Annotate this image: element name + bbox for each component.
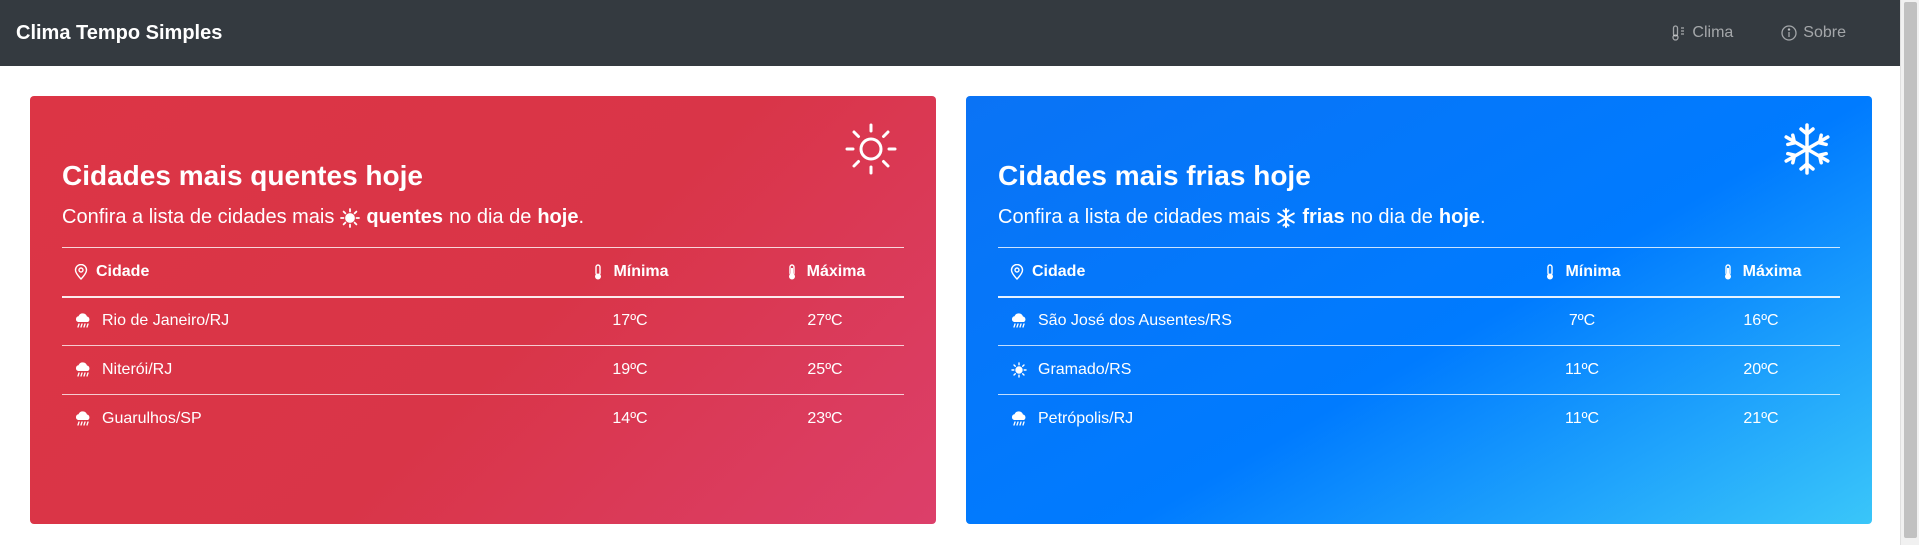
cloud-rain-icon [75,362,90,377]
hot-card-lead: Confira a lista de cidades mais quentes … [62,206,584,229]
thermometer-sun-icon [1672,25,1685,41]
col-header-min: Mínima [613,262,669,280]
cold-card-title: Cidades mais frias hoje [998,160,1311,191]
min-temp: 7ºC [1568,312,1596,330]
nav-links: Clima Sobre [1670,24,1846,42]
sun-icon [845,123,897,175]
sun-small-icon [340,207,361,228]
cloud-rain-icon [75,411,90,426]
snowflake-icon [1784,123,1830,175]
hot-lead-pre: Confira a lista de cidades mais [62,206,335,228]
max-temp: 20ºC [1743,361,1779,378]
brand-title[interactable]: Clima Tempo Simples [16,22,222,45]
hot-lead-mid: no dia de [449,206,532,228]
col-header-max: Máxima [806,262,866,280]
cold-lead-end: . [1480,206,1486,228]
cold-cities-table: Cidade Mínima Máxima São José dos Ausent… [998,247,1840,444]
cold-lead-bold-frias: frias [1302,206,1345,228]
hot-cities-table: Cidade Mínima Máxima Rio de Janeiro/RJ 1… [62,247,904,444]
scrollbar[interactable] [1900,0,1919,545]
map-pin-icon [1010,263,1024,280]
table-header-row: Cidade Mínima Máxima [62,247,904,297]
min-temp: 17ºC [612,312,648,330]
hot-cities-card: Cidades mais quentes hoje Confira a list… [30,96,936,524]
table-row: Gramado/RS 11ºC 20ºC [998,346,1840,395]
city-name: Petrópolis/RJ [1038,410,1134,428]
city-name: Gramado/RS [1038,361,1132,378]
table-row: Petrópolis/RJ 11ºC 21ºC [998,395,1840,444]
cold-lead-pre: Confira a lista de cidades mais [998,206,1271,228]
max-temp: 16ºC [1743,312,1779,330]
table-row: Guarulhos/SP 14ºC 23ºC [62,395,904,444]
scrollbar-thumb[interactable] [1904,2,1917,538]
thermometer-high-icon [1724,264,1731,280]
table-row: Rio de Janeiro/RJ 17ºC 27ºC [62,297,904,346]
city-name: Guarulhos/SP [102,410,202,428]
table-row: São José dos Ausentes/RS 7ºC 16ºC [998,297,1840,346]
col-header-max: Máxima [1742,262,1802,280]
hot-lead-bold-hoje: hoje [537,206,579,228]
thermometer-low-icon [1547,264,1554,280]
min-temp: 11ºC [1564,410,1599,428]
cloud-rain-icon [1011,313,1026,328]
thermometer-low-icon [595,264,602,280]
cold-cities-card: Cidades mais frias hoje Confira a lista … [966,96,1872,524]
nav-link-clima[interactable]: Clima [1670,24,1733,42]
navbar: Clima Tempo Simples Clima Sobre [0,0,1900,66]
col-header-city: Cidade [1032,262,1086,280]
sun-icon [1011,362,1027,378]
cold-card-lead: Confira a lista de cidades mais frias no… [998,206,1486,229]
hot-card-title: Cidades mais quentes hoje [62,160,423,191]
hot-lead-end: . [578,206,585,228]
snowflake-small-icon [1277,207,1296,228]
info-circle-icon [1781,25,1797,41]
max-temp: 25ºC [807,361,843,378]
max-temp: 23ºC [807,410,843,428]
nav-link-sobre-label: Sobre [1803,24,1846,41]
col-header-min: Mínima [1565,262,1621,280]
cold-lead-bold-hoje: hoje [1438,206,1481,228]
cold-lead-mid: no dia de [1350,206,1433,228]
min-temp: 19ºC [612,361,648,378]
cloud-rain-icon [75,313,90,328]
max-temp: 21ºC [1743,410,1779,428]
nav-link-sobre[interactable]: Sobre [1781,24,1846,42]
thermometer-high-icon [788,264,795,280]
map-pin-icon [74,263,88,280]
min-temp: 11ºC [1564,361,1599,378]
table-header-row: Cidade Mínima Máxima [998,247,1840,297]
nav-link-clima-label: Clima [1692,24,1734,41]
min-temp: 14ºC [612,410,648,428]
hot-lead-bold-quentes: quentes [366,206,444,228]
city-name: Rio de Janeiro/RJ [102,312,230,330]
city-name: Niterói/RJ [102,361,173,378]
city-name: São José dos Ausentes/RS [1038,312,1232,330]
max-temp: 27ºC [807,312,843,330]
table-row: Niterói/RJ 19ºC 25ºC [62,346,904,395]
col-header-city: Cidade [96,262,150,280]
cloud-rain-icon [1011,411,1026,426]
